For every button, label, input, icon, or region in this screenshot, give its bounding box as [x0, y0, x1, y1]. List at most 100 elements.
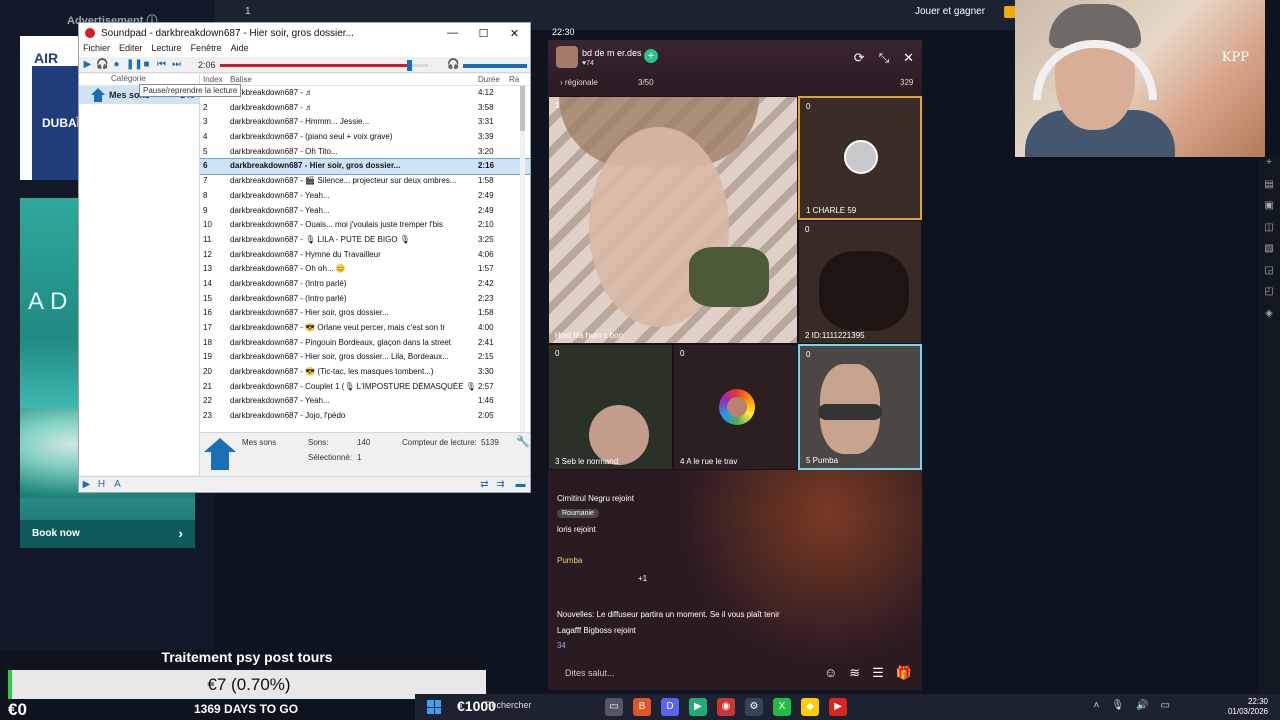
- media-icon[interactable]: ▶: [689, 698, 707, 716]
- previous-icon[interactable]: ⏮: [156, 59, 167, 70]
- scrollbar[interactable]: [520, 86, 525, 446]
- menu-icon[interactable]: ☰: [872, 665, 884, 681]
- tab-number[interactable]: 1: [245, 6, 251, 17]
- plus-icon[interactable]: +: [1258, 157, 1280, 179]
- video-tile-host[interactable]: 1 Host lila hum c bon: [548, 96, 798, 344]
- chat-username[interactable]: Pumba: [557, 556, 582, 565]
- sound-row[interactable]: 16 darkbreakdown687 - Hier soir, gros dos…: [200, 306, 530, 321]
- volume-slider[interactable]: [463, 64, 527, 68]
- menu-fichier[interactable]: Fichier: [83, 43, 110, 57]
- column-index[interactable]: Index: [203, 75, 223, 84]
- taskbar-search[interactable]: Rechercher: [485, 700, 532, 710]
- volume-headphones-icon[interactable]: 🎧: [447, 59, 459, 70]
- settings-icon[interactable]: ⚙: [745, 698, 763, 716]
- menu-fenetre[interactable]: Fenêtre: [191, 43, 222, 57]
- menu-editer[interactable]: Editer: [119, 43, 143, 57]
- sound-row[interactable]: 6 darkbreakdown687 - Hier soir, gros doss…: [200, 158, 530, 176]
- scrollbar-thumb[interactable]: [520, 86, 525, 131]
- title-bar[interactable]: Soundpad - darkbreakdown687 - Hier soir,…: [79, 23, 530, 43]
- ad-banner-top[interactable]: AIR DUBAÏ: [20, 36, 80, 180]
- sound-row[interactable]: 9 darkbreakdown687 - Yeah... 2:49: [200, 204, 530, 219]
- app-icon[interactable]: ▶: [829, 698, 847, 716]
- tool-icon[interactable]: ▧: [1258, 243, 1280, 265]
- column-duration[interactable]: Durée: [478, 75, 500, 84]
- sound-row[interactable]: 8 darkbreakdown687 - Yeah... 2:49: [200, 189, 530, 204]
- sound-row[interactable]: 23 darkbreakdown687 - Jojo, l'pédo 2:05: [200, 409, 530, 424]
- tool-icon[interactable]: ▣: [1258, 200, 1280, 222]
- play-icon[interactable]: ▶: [82, 59, 93, 70]
- windows-start-icon[interactable]: [427, 700, 441, 714]
- sound-row[interactable]: 1darkbreakdown687 - ♬4:12: [200, 86, 530, 101]
- close-button[interactable]: ✕: [499, 27, 530, 40]
- stop-icon[interactable]: ■: [141, 59, 152, 70]
- sound-row[interactable]: 4 darkbreakdown687 - (piano seul + voix g…: [200, 130, 530, 145]
- gift-icon[interactable]: 🎁: [896, 665, 912, 681]
- excel-icon[interactable]: X: [773, 698, 791, 716]
- tool-icon[interactable]: ▤: [1258, 179, 1280, 201]
- sound-row[interactable]: 20 darkbreakdown687 - 😎 (Tic-tac, les mas…: [200, 365, 530, 380]
- play-icon[interactable]: ▶: [81, 479, 92, 490]
- tool-icon[interactable]: ◈: [1258, 308, 1280, 330]
- refresh-icon[interactable]: ⟳: [854, 50, 865, 66]
- sound-row[interactable]: 15 darkbreakdown687 - (Intro parlé) 2:23: [200, 292, 530, 307]
- chat-icon[interactable]: ▬: [515, 479, 526, 490]
- sound-row[interactable]: 18 darkbreakdown687 - Pingouin Bordeaux, …: [200, 336, 530, 351]
- seek-slider[interactable]: [220, 60, 428, 71]
- repeat-icon[interactable]: ⇄: [479, 479, 490, 490]
- microphone-icon[interactable]: 🎙: [1111, 700, 1124, 711]
- video-tile-3[interactable]: 0 3 Seb le normand: [548, 344, 673, 470]
- sound-row[interactable]: 11 darkbreakdown687 - 🎙 LILA - PUTE DE BI…: [200, 233, 530, 248]
- seek-handle[interactable]: [407, 60, 413, 71]
- minimize-icon[interactable]: ⤡: [879, 50, 889, 66]
- forward-icon[interactable]: ⇉: [495, 479, 506, 490]
- minimize-button[interactable]: —: [437, 27, 468, 40]
- sound-row[interactable]: 13 darkbreakdown687 - Oh oh... 😊 1:57: [200, 262, 530, 277]
- battery-icon[interactable]: ▭: [1161, 700, 1170, 711]
- tool-icon[interactable]: ◲: [1258, 265, 1280, 287]
- speaker-icon[interactable]: 🔊: [1136, 700, 1148, 711]
- viewer-count[interactable]: 329: [900, 78, 913, 87]
- video-tile-5[interactable]: 0 5 Pumba: [798, 344, 922, 470]
- discord-icon[interactable]: D: [661, 698, 679, 716]
- pause-icon[interactable]: ❚❚: [126, 59, 143, 70]
- close-icon[interactable]: ✕: [903, 50, 914, 66]
- sound-row[interactable]: 2 darkbreakdown687 - ♬ 3:58: [200, 101, 530, 116]
- headphones-icon[interactable]: 🎧: [96, 59, 108, 70]
- column-tag[interactable]: Balise: [230, 75, 252, 84]
- sound-row[interactable]: 21 darkbreakdown687 - Couplet 1 (🎙 L'IMPO…: [200, 380, 530, 395]
- tool-icon[interactable]: ◫: [1258, 222, 1280, 244]
- sound-row[interactable]: 7 darkbreakdown687 - 🎬 Silence... project…: [200, 174, 530, 189]
- microphone-icon[interactable]: ●: [111, 59, 122, 70]
- book-now-button[interactable]: Book now ›: [20, 520, 195, 548]
- text-icon[interactable]: A: [112, 479, 123, 490]
- hotkey-icon[interactable]: H: [96, 479, 107, 490]
- tool-icon[interactable]: ◰: [1258, 286, 1280, 308]
- promo-link[interactable]: Jouer et gagner: [915, 6, 985, 17]
- sound-row[interactable]: 17 darkbreakdown687 - 😎 Orlane veut perce…: [200, 321, 530, 336]
- next-icon[interactable]: ⏭: [171, 59, 182, 70]
- video-tile-1[interactable]: 0 1 CHARLE 59: [798, 96, 922, 220]
- chevron-up-icon[interactable]: ˄: [1094, 700, 1100, 711]
- sound-row[interactable]: 12 darkbreakdown687 - Hymne du Travailleu…: [200, 248, 530, 263]
- emoji-icon[interactable]: ☺: [824, 665, 837, 681]
- host-name[interactable]: bd de m er.des: [582, 48, 642, 58]
- file-explorer-icon[interactable]: ▭: [605, 698, 623, 716]
- sound-row[interactable]: 19 darkbreakdown687 - Hier soir, gros dos…: [200, 350, 530, 365]
- host-avatar[interactable]: [556, 46, 578, 68]
- audio-icon[interactable]: ≋: [849, 665, 860, 681]
- sound-row[interactable]: 3 darkbreakdown687 - Hmmm... Jessie... 3:3…: [200, 115, 530, 130]
- video-tile-2[interactable]: 0 2 ID:1111221395: [798, 220, 922, 344]
- sound-row[interactable]: 14 darkbreakdown687 - (Intro parlé) 2:42: [200, 277, 530, 292]
- menu-lecture[interactable]: Lecture: [152, 43, 182, 57]
- taskbar-clock[interactable]: 22:30 01/03/2026: [1228, 697, 1268, 717]
- sound-row[interactable]: 22 darkbreakdown687 - Yeah... 1:46: [200, 394, 530, 409]
- brave-icon[interactable]: B: [633, 698, 651, 716]
- wrench-icon[interactable]: 🔧: [516, 435, 530, 448]
- video-tile-4[interactable]: 0 4 A le rue le trav: [673, 344, 798, 470]
- chat-input[interactable]: Dites salut...: [565, 668, 615, 678]
- app-icon[interactable]: ◆: [801, 698, 819, 716]
- column-rating[interactable]: Ra: [509, 75, 519, 84]
- sound-row[interactable]: 5 darkbreakdown687 - Oh Tito... 3:20: [200, 145, 530, 160]
- follow-button[interactable]: +: [644, 49, 658, 63]
- maximize-button[interactable]: ☐: [468, 27, 499, 40]
